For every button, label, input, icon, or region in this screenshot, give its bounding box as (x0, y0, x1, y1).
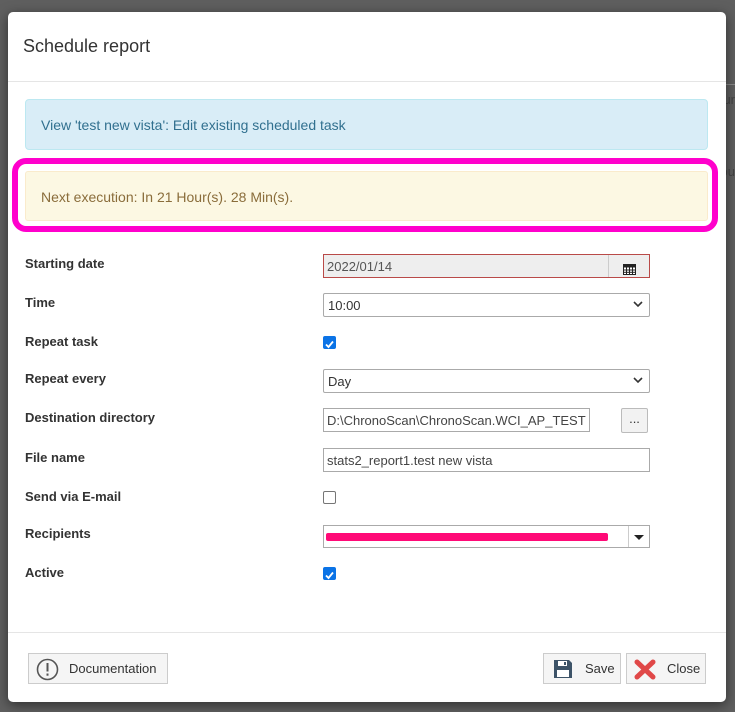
active-label: Active (25, 565, 65, 580)
calendar-button[interactable] (608, 255, 649, 277)
info-alert: View 'test new vista': Edit existing sch… (25, 99, 708, 150)
active-checkbox[interactable] (323, 567, 336, 580)
send-via-email-checkbox[interactable] (323, 491, 336, 504)
dialog-header: Schedule report (8, 12, 726, 82)
save-button[interactable]: Save (543, 653, 621, 684)
recipients-label: Recipients (25, 526, 91, 541)
documentation-label: Documentation (69, 661, 157, 676)
repeat-task-checkbox[interactable] (323, 336, 336, 349)
schedule-report-dialog: Schedule report View 'test new vista': E… (8, 12, 726, 702)
background-divider (725, 84, 735, 85)
time-select[interactable]: 10:00 (323, 293, 650, 317)
file-name-input[interactable]: stats2_report1.test new vista (323, 448, 650, 472)
highlight-annotation (12, 158, 718, 232)
floppy-disk-icon (554, 660, 572, 678)
close-label: Close (667, 661, 701, 676)
time-value: 10:00 (328, 298, 361, 313)
documentation-button[interactable]: Documentation (28, 653, 168, 684)
redacted-recipients (326, 533, 608, 541)
browse-directory-button[interactable]: ... (621, 408, 648, 433)
recipients-select[interactable] (323, 525, 650, 548)
chevron-down-icon (633, 301, 643, 308)
checkmark-icon (325, 571, 334, 580)
send-via-email-label: Send via E-mail (25, 489, 122, 504)
close-button[interactable]: Close (626, 653, 706, 684)
dialog-footer: Documentation Save Close (8, 632, 726, 702)
destination-directory-input[interactable]: D:\ChronoScan\ChronoScan.WCI_AP_TEST (323, 408, 590, 432)
red-x-icon (634, 659, 656, 680)
starting-date-field[interactable]: 2022/01/14 (323, 254, 650, 278)
dialog-title: Schedule report (23, 36, 151, 56)
starting-date-label: Starting date (25, 256, 105, 271)
chevron-down-icon (633, 377, 643, 384)
repeat-every-label: Repeat every (25, 371, 106, 386)
calendar-icon (623, 264, 636, 275)
destination-directory-label: Destination directory (25, 410, 156, 425)
checkmark-icon (325, 340, 334, 349)
repeat-every-value: Day (328, 374, 352, 389)
exclamation-circle-icon (36, 658, 59, 681)
dropdown-arrow-icon[interactable] (628, 526, 649, 547)
repeat-task-label: Repeat task (25, 334, 98, 349)
repeat-every-select[interactable]: Day (323, 369, 650, 393)
file-name-label: File name (25, 450, 85, 465)
time-label: Time (25, 295, 56, 310)
starting-date-value[interactable]: 2022/01/14 (324, 255, 608, 277)
save-label: Save (585, 661, 615, 676)
